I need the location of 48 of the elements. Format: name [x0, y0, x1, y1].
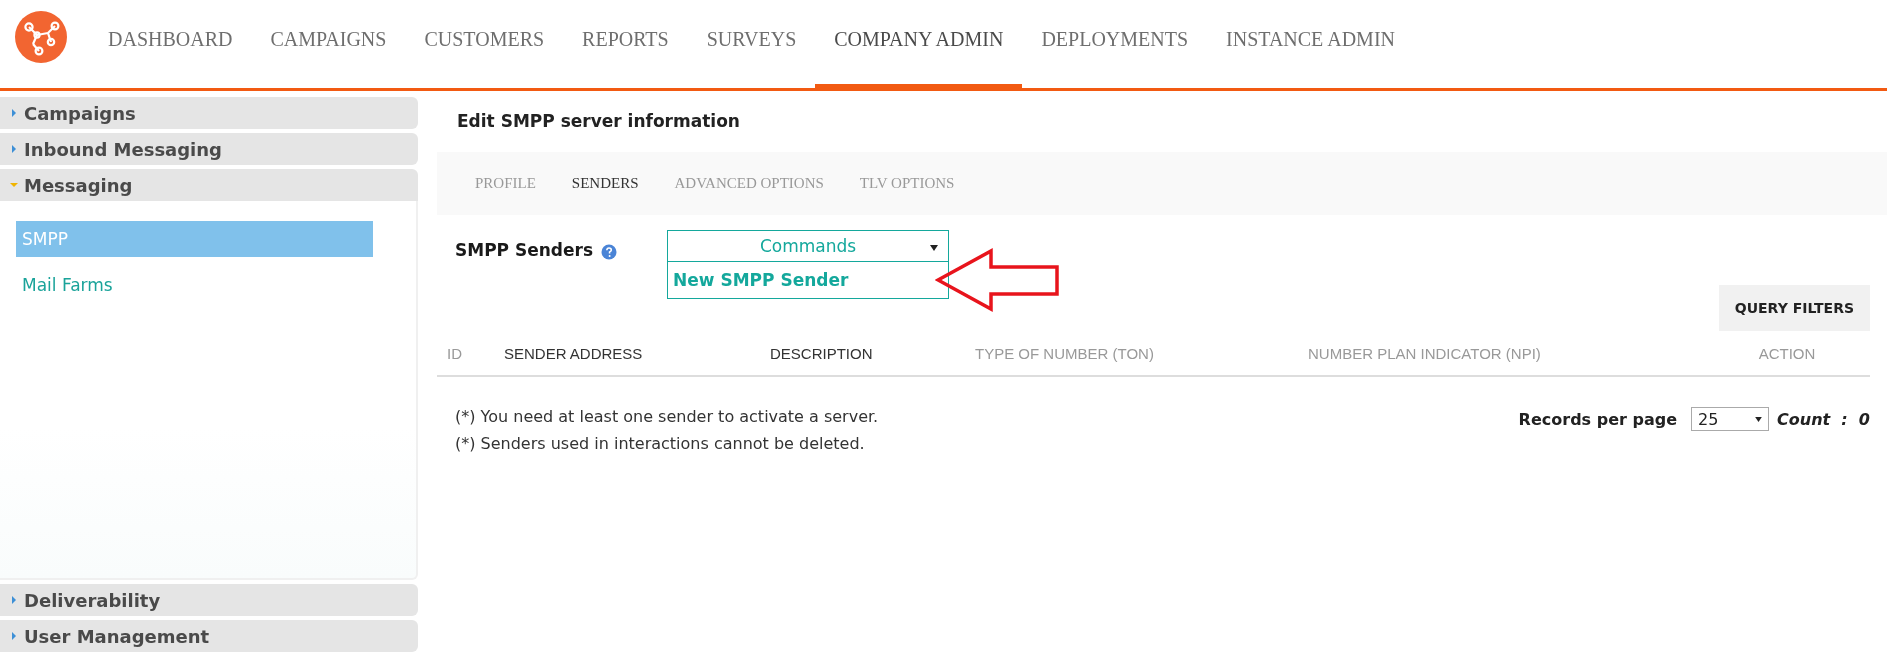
logo-icon[interactable] [15, 11, 67, 63]
section-label: Campaigns [24, 102, 136, 124]
column-header[interactable]: TYPE OF NUMBER (TON) [975, 344, 1154, 362]
column-header[interactable]: ACTION [1758, 344, 1816, 362]
nav-tab[interactable]: DASHBOARD [89, 0, 252, 91]
caret-icon [10, 596, 18, 604]
column-header[interactable]: SENDER ADDRESS [504, 344, 643, 362]
caret-icon [10, 632, 18, 640]
caret-icon [10, 181, 18, 189]
column-header[interactable]: NUMBER PLAN INDICATOR (NPI) [1308, 344, 1541, 362]
caret-icon [930, 245, 939, 251]
section-label: Deliverability [24, 589, 161, 611]
column-header[interactable]: ID [447, 344, 462, 362]
sidebar-section[interactable]: Inbound Messaging [0, 133, 418, 165]
records-per-page-label: Records per page [1518, 409, 1677, 429]
column-header[interactable]: DESCRIPTION [770, 344, 873, 362]
sidebar-section[interactable]: Campaigns [0, 97, 418, 129]
nav-tab[interactable]: SURVEYS [687, 0, 816, 91]
section-label: Inbound Messaging [24, 138, 222, 160]
nav-tab[interactable]: REPORTS [563, 0, 688, 91]
nav-tab[interactable]: CUSTOMERS [405, 0, 564, 91]
section-label: SMPP Senders [455, 240, 594, 260]
note-text: (*) You need at least one sender to activate a server. [455, 406, 879, 428]
tab[interactable]: SENDERS [553, 175, 657, 192]
menu-item[interactable]: New SMPP Sender [673, 270, 849, 290]
tab[interactable]: ADVANCED OPTIONS [656, 175, 842, 192]
record-count: Count : 0 [1777, 409, 1870, 429]
commands-dropdown[interactable]: Commands [667, 230, 950, 262]
tab[interactable]: PROFILE [457, 175, 554, 192]
nav-tab[interactable]: CAMPAIGNS [251, 0, 406, 91]
sidebar-section[interactable]: User Management [0, 620, 418, 652]
caret-icon [10, 145, 18, 153]
sidebar-item[interactable]: Mail Farms [16, 267, 373, 303]
caret-icon [1755, 416, 1762, 422]
page-title: Edit SMPP server information [457, 111, 741, 132]
records-per-page-select[interactable]: 25 [1691, 407, 1769, 431]
nav-tab[interactable]: INSTANCE ADMIN [1207, 0, 1414, 91]
nav-tab[interactable]: COMPANY ADMIN [815, 0, 1023, 91]
help-icon[interactable] [601, 244, 618, 260]
query-filters-button[interactable]: QUERY FILTERS [1718, 285, 1870, 331]
sidebar-section[interactable]: Deliverability [0, 584, 418, 616]
tab[interactable]: TLV OPTIONS [841, 175, 973, 192]
caret-icon [10, 109, 18, 117]
section-label: Messaging [24, 174, 133, 196]
note-text: (*) Senders used in interactions cannot be deleted. [455, 433, 866, 455]
nav-tab[interactable]: DEPLOYMENTS [1022, 0, 1208, 91]
sidebar-section[interactable]: Messaging [0, 169, 418, 201]
section-label: User Management [24, 625, 210, 647]
